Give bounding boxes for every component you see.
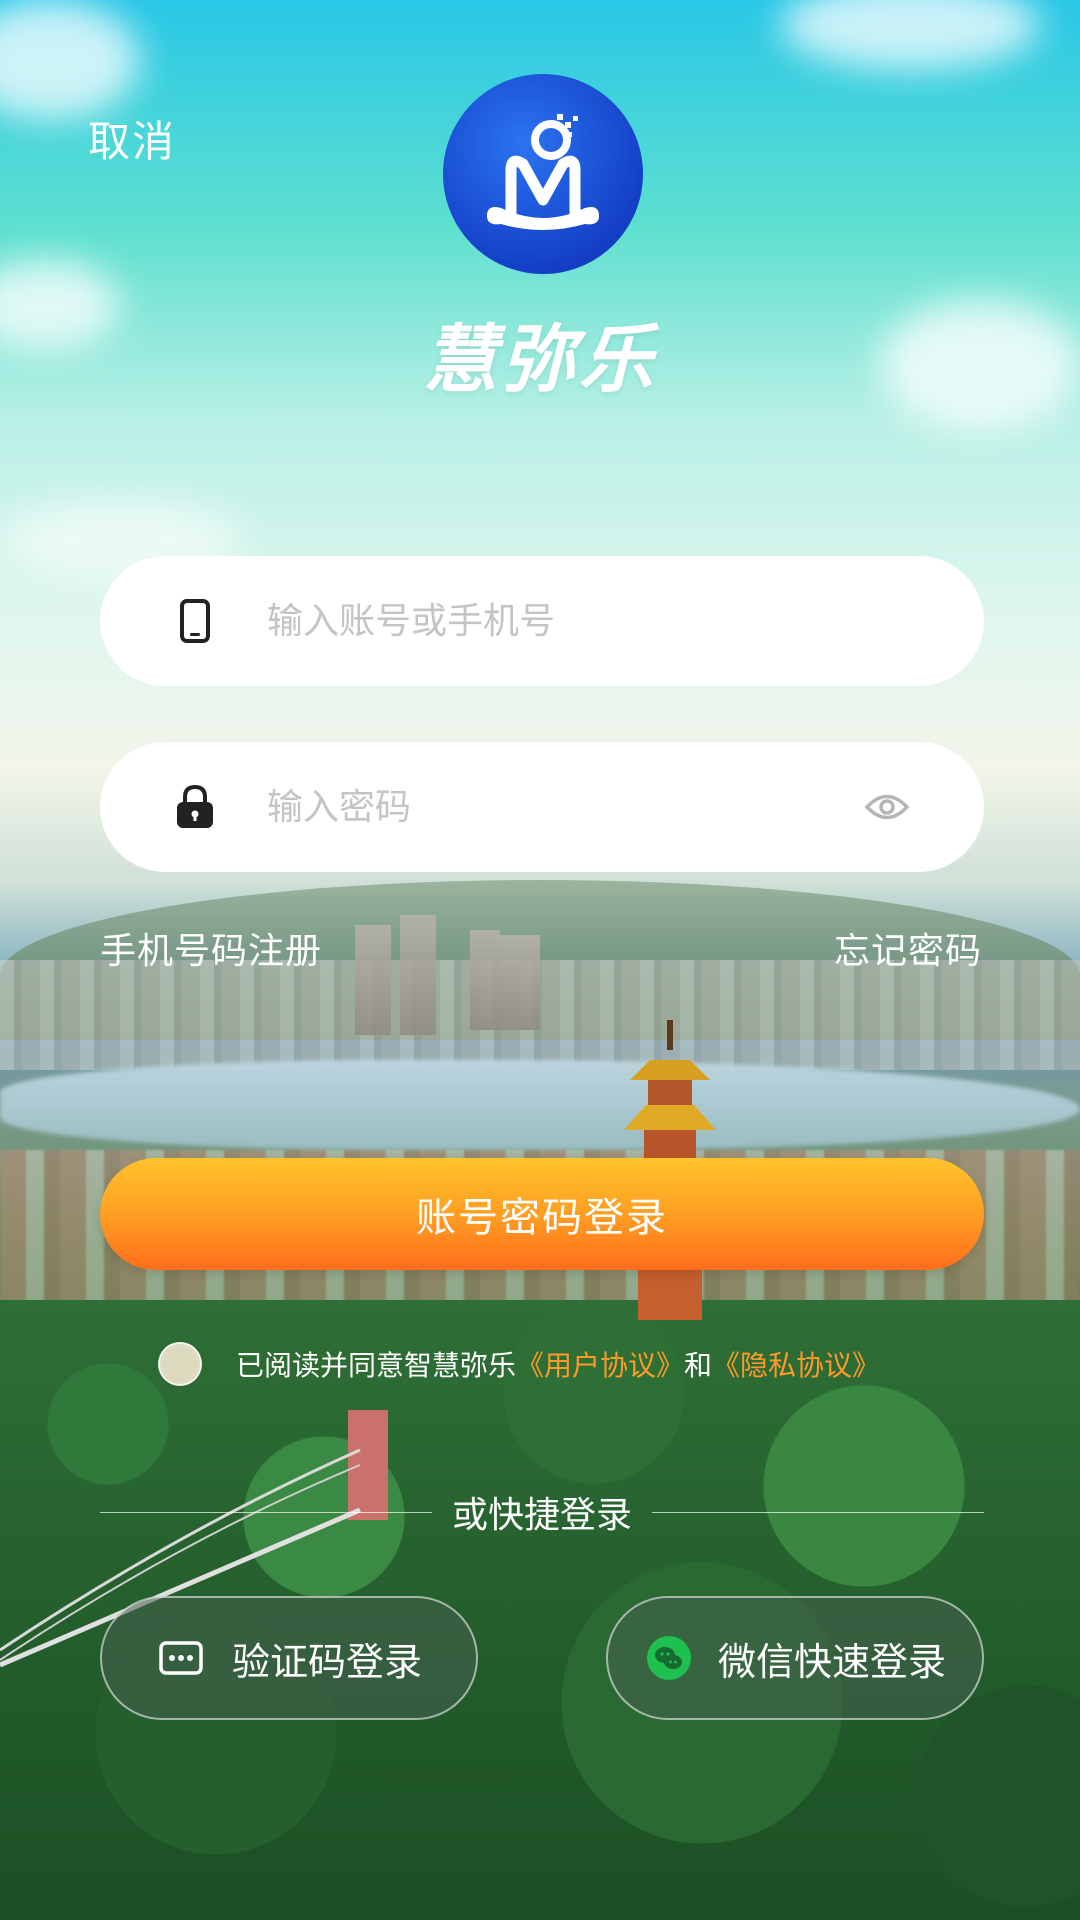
wechat-login-button[interactable]: 微信快速登录	[606, 1596, 984, 1720]
cancel-button[interactable]: 取消	[88, 108, 176, 169]
privacy-agreement-link[interactable]: 《隐私协议》	[712, 1349, 880, 1382]
background-building	[400, 915, 436, 1035]
divider-line	[100, 1511, 432, 1513]
account-field[interactable]	[100, 556, 984, 686]
agreement-row: 已阅读并同意智慧弥乐《用户协议》和《隐私协议》	[158, 1342, 880, 1386]
background-building	[470, 930, 500, 1030]
wechat-icon	[646, 1635, 692, 1681]
divider-line	[652, 1511, 985, 1513]
lock-icon	[175, 782, 215, 832]
password-field[interactable]	[100, 742, 984, 872]
sms-code-login-button[interactable]: 验证码登录	[100, 1596, 478, 1720]
background-city	[0, 960, 1080, 1070]
forgot-password-link[interactable]: 忘记密码	[834, 922, 982, 974]
login-screen: 取消 慧弥乐 输入账号或手机号 手机号码注册 忘记密码 账号密码登录 已阅读并同…	[0, 0, 1080, 1920]
background-lake	[0, 1060, 1080, 1150]
background-cloud	[780, 0, 1040, 70]
phone-icon	[175, 596, 215, 646]
app-name: 慧弥乐	[423, 317, 657, 403]
background-cloud	[0, 0, 140, 120]
quick-login-divider: 或快捷登录	[100, 1490, 985, 1536]
password-login-button[interactable]: 账号密码登录	[100, 1158, 984, 1270]
password-input[interactable]	[265, 785, 829, 829]
account-input[interactable]	[265, 599, 829, 643]
background-building	[500, 935, 540, 1030]
agreement-text: 已阅读并同意智慧弥乐《用户协议》和《隐私协议》	[236, 1344, 880, 1384]
meditation-m-icon	[487, 114, 599, 230]
user-agreement-link[interactable]: 《用户协议》	[516, 1349, 684, 1382]
eye-icon[interactable]	[864, 790, 910, 824]
background-building	[355, 925, 391, 1035]
agreement-connector: 和	[684, 1349, 713, 1382]
quick-login-label: 或快捷登录	[452, 1495, 633, 1536]
sms-code-login-label: 验证码登录	[232, 1639, 423, 1684]
agreement-checkbox[interactable]	[158, 1342, 202, 1386]
agreement-prefix: 已阅读并同意智慧弥乐	[236, 1349, 517, 1382]
app-logo	[443, 74, 643, 274]
wechat-login-label: 微信快速登录	[718, 1639, 947, 1684]
register-link[interactable]: 手机号码注册	[100, 922, 322, 974]
sms-code-icon	[158, 1635, 204, 1681]
